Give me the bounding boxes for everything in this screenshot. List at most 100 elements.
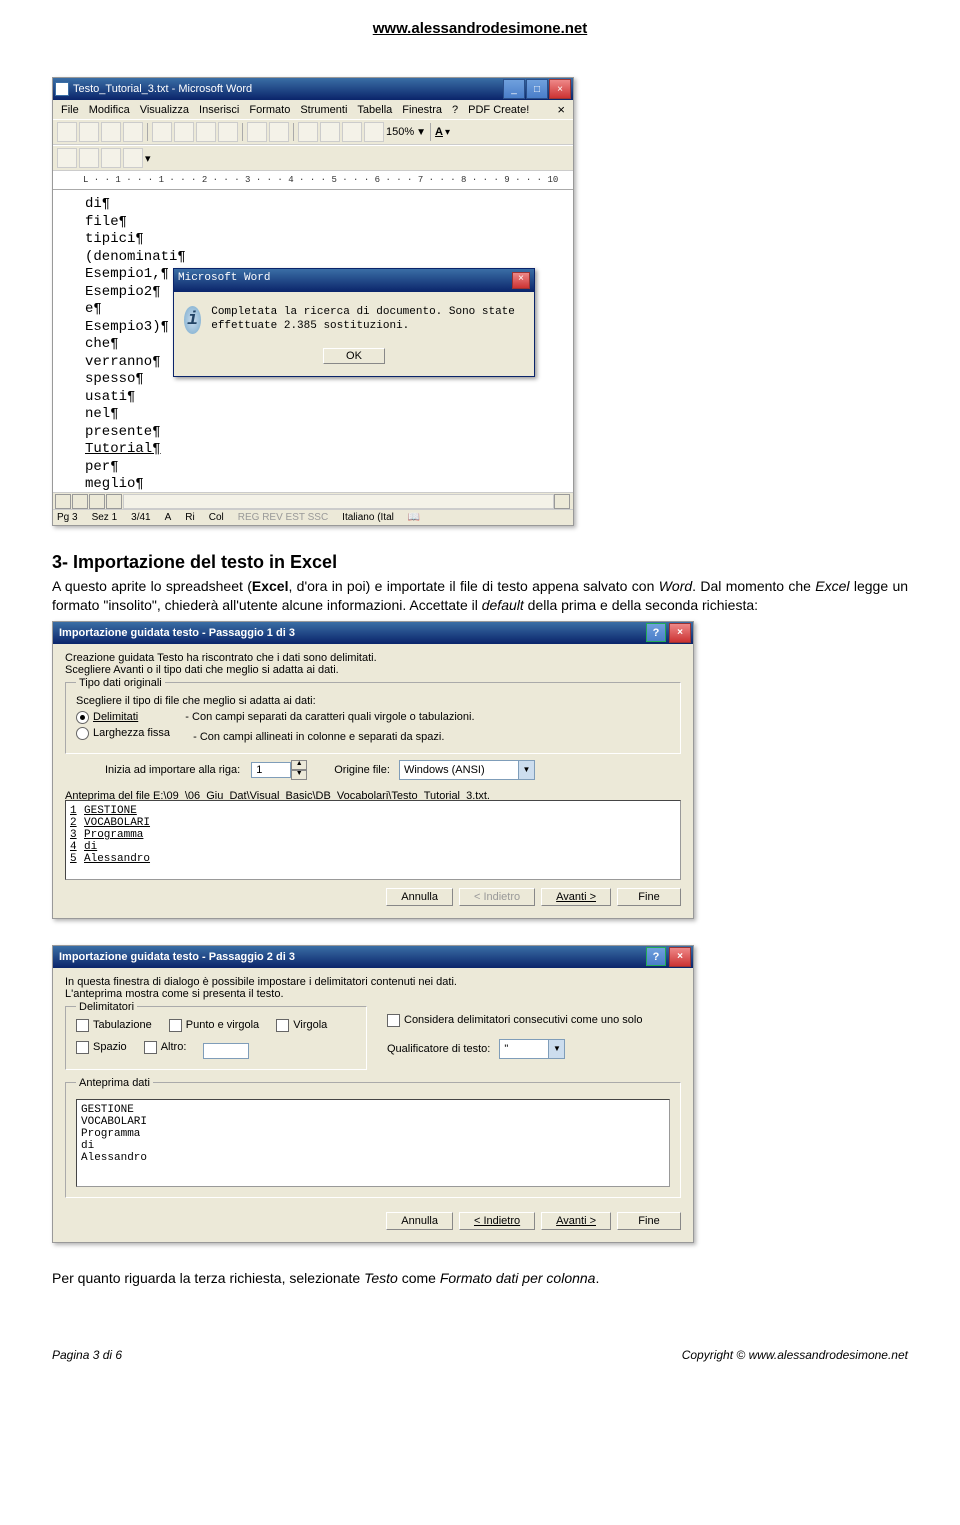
wiz2-help-button[interactable]: ? (646, 947, 666, 966)
status-rc: 3/41 (131, 512, 150, 523)
check-puntoevirgola[interactable]: Punto e virgola (169, 1019, 259, 1032)
doc-close-button[interactable]: × (553, 102, 569, 117)
word-msgbox: Microsoft Word × i Completata la ricerca… (173, 268, 535, 377)
status-book-icon: 📖 (408, 512, 420, 523)
menu-help[interactable]: ? (448, 103, 462, 117)
close-button[interactable]: × (549, 79, 571, 99)
radio-delimitati[interactable]: Delimitati (76, 711, 138, 724)
word-toolbar-1: 150% ▼ A ▾ (53, 119, 573, 145)
origin-dropdown-icon[interactable]: ▼ (518, 761, 534, 779)
tb-print[interactable] (123, 122, 143, 142)
wiz1-cancel-button[interactable]: Annulla (386, 888, 453, 906)
wiz1-back-button: < Indietro (459, 888, 535, 906)
word-app-icon (55, 82, 69, 96)
doc-line: per¶ (85, 459, 565, 477)
origin-combo[interactable] (400, 761, 518, 779)
font-color-button[interactable]: A (435, 126, 443, 138)
wiz2-next-button[interactable]: Avanti > (541, 1212, 611, 1230)
wiz1-help-button[interactable]: ? (646, 623, 666, 642)
menu-visualizza[interactable]: Visualizza (136, 103, 193, 117)
opt2-desc: - Con campi allineati in colonne e separ… (193, 731, 444, 743)
menu-modifica[interactable]: Modifica (85, 103, 134, 117)
word-screenshot: Testo_Tutorial_3.txt - Microsoft Word _ … (52, 77, 574, 526)
wiz2-title: Importazione guidata testo - Passaggio 2… (55, 951, 646, 963)
view-btn-1[interactable] (55, 494, 71, 509)
tb-link[interactable] (298, 122, 318, 142)
tb-table[interactable] (320, 122, 340, 142)
status-ri: Ri (185, 512, 194, 523)
menu-pdfcreate[interactable]: PDF Create! (464, 103, 533, 117)
wiz2-cancel-button[interactable]: Annulla (386, 1212, 453, 1230)
wiz1-sub: Scegliere il tipo di file che meglio si … (76, 695, 670, 707)
status-sez: Sez 1 (92, 512, 118, 523)
wiz2-legend-preview: Anteprima dati (76, 1077, 153, 1089)
tb-open[interactable] (79, 122, 99, 142)
zoom-level[interactable]: 150% (386, 126, 414, 138)
hscroll[interactable] (53, 492, 573, 509)
menu-formato[interactable]: Formato (245, 103, 294, 117)
wizard-1-screenshot: Importazione guidata testo - Passaggio 1… (52, 621, 694, 919)
tb-format[interactable] (218, 122, 238, 142)
menu-finestra[interactable]: Finestra (398, 103, 446, 117)
tb-redo[interactable] (269, 122, 289, 142)
menu-strumenti[interactable]: Strumenti (296, 103, 351, 117)
view-btn-2[interactable] (72, 494, 88, 509)
wiz1-finish-button[interactable]: Fine (617, 888, 681, 906)
tb-save[interactable] (101, 122, 121, 142)
msgbox-close-button[interactable]: × (512, 272, 530, 289)
check-virgola[interactable]: Virgola (276, 1019, 327, 1032)
check-tabulazione[interactable]: Tabulazione (76, 1019, 152, 1032)
maximize-button[interactable]: □ (526, 79, 548, 99)
opt1-desc: - Con campi separati da caratteri quali … (185, 711, 474, 723)
tb2-d[interactable] (123, 148, 143, 168)
tb-paste[interactable] (196, 122, 216, 142)
qual-combo[interactable] (500, 1040, 548, 1058)
doc-line: (denominati¶ (85, 249, 565, 267)
tb-excel[interactable] (342, 122, 362, 142)
view-btn-3[interactable] (89, 494, 105, 509)
word-titlebar: Testo_Tutorial_3.txt - Microsoft Word _ … (53, 78, 573, 100)
tb-new[interactable] (57, 122, 77, 142)
wiz1-legend: Tipo dati originali (76, 677, 165, 689)
tb2-b[interactable] (79, 148, 99, 168)
check-consecutivi[interactable]: Considera delimitatori consecutivi come … (387, 1014, 642, 1027)
wizard-2-screenshot: Importazione guidata testo - Passaggio 2… (52, 945, 694, 1243)
tb2-a[interactable] (57, 148, 77, 168)
tb-cols[interactable] (364, 122, 384, 142)
scroll-right[interactable] (554, 494, 570, 509)
wiz2-legend-delim: Delimitatori (76, 1001, 137, 1013)
menu-file[interactable]: File (57, 103, 83, 117)
doc-line: nel¶ (85, 406, 565, 424)
altro-input[interactable] (203, 1043, 249, 1059)
wiz2-close-button[interactable]: × (669, 947, 691, 967)
minimize-button[interactable]: _ (503, 79, 525, 99)
menu-tabella[interactable]: Tabella (353, 103, 396, 117)
radio-larghezza-fissa[interactable]: Larghezza fissa (76, 727, 170, 740)
wiz2-preview: GESTIONE VOCABOLARI Programma di Alessan… (76, 1099, 670, 1187)
check-altro[interactable]: Altro: (144, 1041, 187, 1054)
spin-up[interactable]: ▲ (291, 760, 307, 770)
tb-undo[interactable] (247, 122, 267, 142)
doc-line: Tutorial¶ (85, 441, 565, 459)
wiz1-intro2: Scegliere Avanti o il tipo dati che megl… (65, 664, 681, 676)
doc-line: di¶ (85, 196, 565, 214)
wiz2-titlebar: Importazione guidata testo - Passaggio 2… (53, 946, 693, 968)
view-btn-4[interactable] (106, 494, 122, 509)
msgbox-titlebar: Microsoft Word × (174, 269, 534, 292)
msgbox-ok-button[interactable]: OK (323, 348, 385, 364)
document-body[interactable]: di¶ file¶ tipici¶ (denominati¶ Esempio1,… (53, 190, 573, 492)
tb2-c[interactable] (101, 148, 121, 168)
qual-dropdown-icon[interactable]: ▼ (548, 1040, 564, 1058)
menu-inserisci[interactable]: Inserisci (195, 103, 243, 117)
tb-copy[interactable] (174, 122, 194, 142)
wiz1-next-button[interactable]: Avanti > (541, 888, 611, 906)
status-bar: Pg 3 Sez 1 3/41 A Ri Col REG REV EST SSC… (53, 509, 573, 525)
wiz1-close-button[interactable]: × (669, 623, 691, 643)
check-spazio[interactable]: Spazio (76, 1041, 127, 1054)
wiz2-back-button[interactable]: < Indietro (459, 1212, 535, 1230)
ruler: L · · 1 · · · 1 · · · 2 · · · 3 · · · 4 … (53, 171, 573, 190)
wiz2-finish-button[interactable]: Fine (617, 1212, 681, 1230)
spin-down[interactable]: ▼ (291, 770, 307, 780)
tb-cut[interactable] (152, 122, 172, 142)
start-row-input[interactable] (251, 762, 291, 778)
